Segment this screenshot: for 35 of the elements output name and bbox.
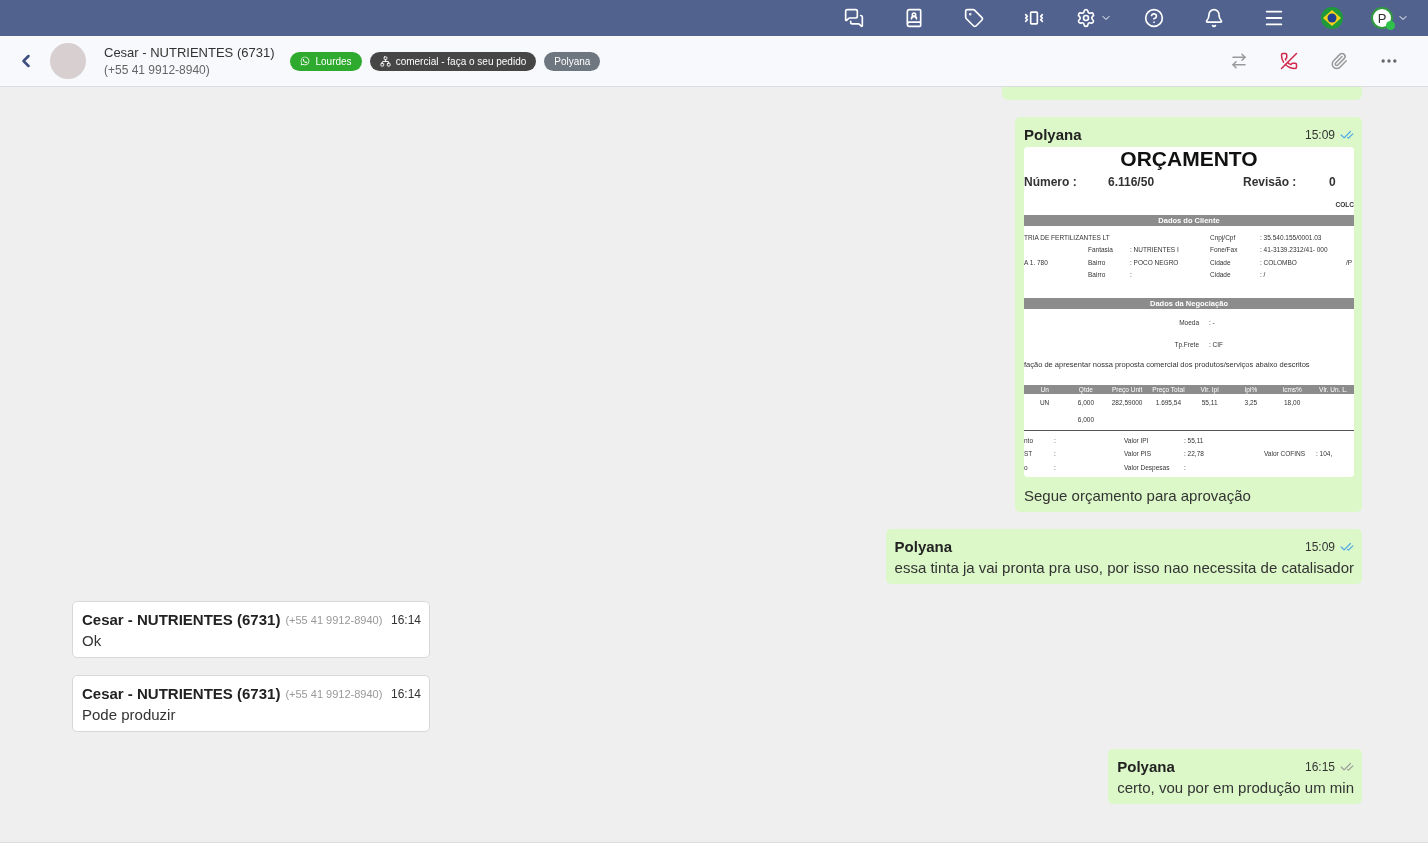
sender-phone: (+55 41 9912-8940): [285, 613, 383, 626]
user-avatar: P: [1371, 7, 1393, 29]
message-time: 16:14: [390, 686, 421, 701]
message-text: certo, vou por em produção um min: [1117, 779, 1354, 796]
sender-phone: (+55 41 9912-8940): [285, 687, 383, 700]
document-revision: 0: [1329, 175, 1336, 191]
sender-name: Polyana: [1024, 126, 1082, 143]
tag-label: Lourdes: [315, 55, 352, 67]
document-title: ORÇAMENTO: [1119, 147, 1259, 171]
document-label: Número :: [1024, 175, 1078, 191]
document-number: 6.116/50: [1108, 175, 1156, 191]
contact-phone: (+55 41 9912-8940): [104, 63, 211, 77]
sender-name: Cesar - NUTRIENTES (6731): [82, 685, 281, 702]
tag-label: comercial - faça o seu pedido: [395, 55, 527, 67]
photo-placeholder: [50, 43, 86, 79]
sender-name: Polyana: [894, 538, 953, 555]
message-time: 16:15: [1304, 759, 1335, 774]
gear-icon: [1076, 8, 1096, 28]
quote-document[interactable]: [1024, 147, 1354, 477]
document-label: Revisão :: [1243, 175, 1298, 191]
message-text: Segue orçamento para aprovação: [1024, 487, 1252, 504]
message-time: 15:09: [1304, 539, 1335, 554]
brazil-flag-icon[interactable]: [1321, 7, 1343, 29]
contact-name: Cesar - NUTRIENTES (6731): [104, 45, 275, 60]
sender-name: Cesar - NUTRIENTES (6731): [82, 611, 281, 628]
whatsapp-icon: [300, 56, 311, 66]
message-text: essa tinta ja vai pronta pra uso, por isso nao necessita de catalisador: [894, 559, 1354, 576]
tag-label: Polyana: [554, 55, 591, 67]
user-menu-button[interactable]: P: [1360, 0, 1420, 36]
hierarchy-icon: [379, 55, 391, 67]
message-time: 16:14: [390, 612, 421, 627]
sender-name: Polyana: [1117, 758, 1175, 775]
message-text: Pode produzir: [82, 706, 177, 723]
message-time: 15:09: [1304, 127, 1335, 142]
message-text: Ok: [82, 632, 103, 649]
